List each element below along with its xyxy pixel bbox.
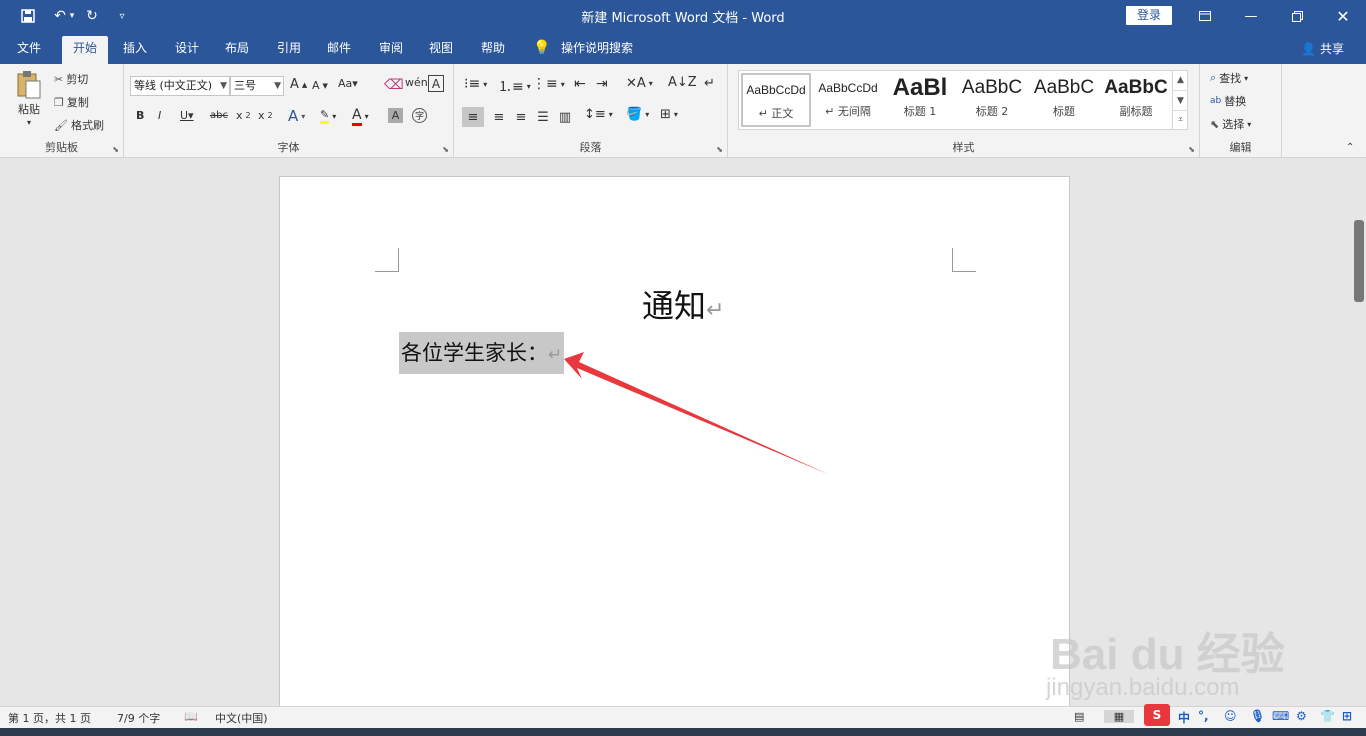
ime-mode-chinese[interactable]: 中 bbox=[1178, 709, 1190, 726]
read-mode-icon[interactable]: ▤ bbox=[1074, 710, 1084, 723]
skin-icon[interactable]: 👕 bbox=[1320, 709, 1335, 723]
emoji-icon[interactable]: ☺ bbox=[1224, 709, 1237, 723]
taskbar bbox=[0, 728, 1366, 736]
page-count[interactable]: 第 1 页，共 1 页 bbox=[8, 710, 91, 726]
toolbox-icon[interactable]: ⚙ bbox=[1296, 709, 1307, 723]
microphone-icon[interactable]: 🎙 bbox=[1250, 709, 1265, 723]
language-status[interactable]: 中文(中国) bbox=[215, 710, 268, 726]
print-layout-icon[interactable]: ▦ bbox=[1104, 710, 1134, 723]
word-count[interactable]: 7/9 个字 bbox=[117, 710, 160, 726]
grid-icon[interactable]: ⊞ bbox=[1342, 709, 1352, 723]
status-bar: 第 1 页，共 1 页 7/9 个字 📖 中文(中国) ▤ ▦ S 中 °, ☺… bbox=[0, 704, 1366, 728]
keyboard-icon[interactable]: ⌨ bbox=[1272, 709, 1289, 723]
baidu-watermark-url: jingyan.baidu.com bbox=[1046, 674, 1240, 701]
punctuation-icon[interactable]: °, bbox=[1198, 709, 1209, 723]
proofing-icon[interactable]: 📖 bbox=[184, 710, 198, 723]
baidu-watermark-logo: Bai du 经验 bbox=[1050, 630, 1285, 679]
sogou-ime-icon[interactable]: S bbox=[1144, 704, 1170, 726]
arrow-shape bbox=[564, 352, 830, 475]
